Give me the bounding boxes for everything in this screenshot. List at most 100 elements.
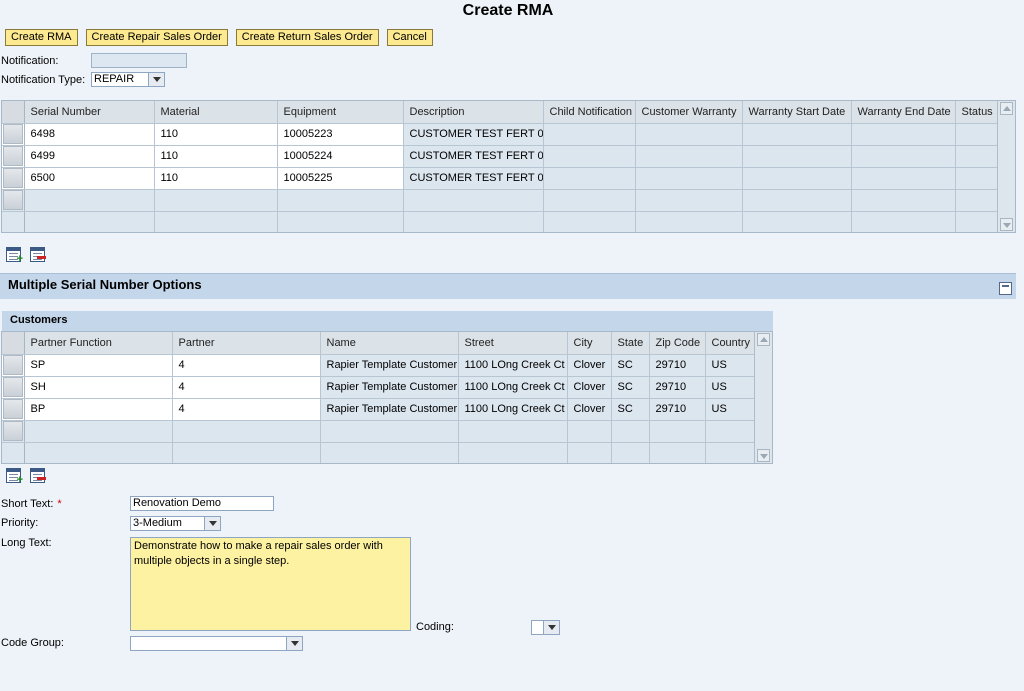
col-partner-function[interactable]: Partner Function: [24, 332, 173, 355]
col-customer-warranty[interactable]: Customer Warranty: [635, 101, 743, 124]
notification-field[interactable]: [91, 53, 187, 68]
scroll-down-icon[interactable]: [757, 449, 770, 462]
customer-warranty-cell: [635, 145, 743, 168]
state-cell: SC: [611, 398, 650, 421]
name-cell: Rapier Template Customer: [320, 398, 459, 421]
zip-code-cell: 29710: [649, 398, 706, 421]
col-street[interactable]: Street: [458, 332, 568, 355]
chevron-down-icon[interactable]: [204, 517, 220, 530]
priority-select[interactable]: 3-Medium: [130, 516, 221, 531]
country-cell: US: [705, 354, 757, 377]
row-selector: [2, 442, 25, 463]
material-cell[interactable]: 110: [154, 123, 278, 146]
create-repair-sales-order-button[interactable]: Create Repair Sales Order: [85, 29, 228, 46]
notification-type-label: Notification Type:: [1, 74, 86, 86]
partner-cell[interactable]: 4: [172, 398, 321, 421]
customers-grid-scrollbar[interactable]: [754, 332, 772, 463]
notification-label: Notification:: [1, 55, 59, 67]
col-child-notification[interactable]: Child Notification: [543, 101, 636, 124]
notification-type-value: REPAIR: [94, 73, 135, 85]
country-cell: US: [705, 376, 757, 399]
row-selector[interactable]: [2, 420, 25, 443]
equipment-cell[interactable]: 10005223: [277, 123, 404, 146]
short-text-input[interactable]: Renovation Demo: [130, 496, 274, 511]
chevron-down-icon[interactable]: [286, 637, 302, 650]
create-rma-button[interactable]: Create RMA: [5, 29, 78, 46]
delete-row-icon[interactable]: [30, 468, 46, 483]
partner-function-cell[interactable]: SP: [24, 354, 173, 377]
col-warranty-start-date[interactable]: Warranty Start Date: [742, 101, 852, 124]
street-cell: 1100 LOng Creek Ct: [458, 354, 568, 377]
row-selector[interactable]: [2, 354, 25, 377]
customers-table: Partner Function Partner Name Street Cit…: [2, 332, 757, 463]
coding-select[interactable]: [531, 620, 560, 635]
col-warranty-end-date[interactable]: Warranty End Date: [851, 101, 956, 124]
customer-warranty-cell: [635, 167, 743, 190]
scroll-down-icon[interactable]: [1000, 218, 1013, 231]
empty-row: [2, 420, 757, 443]
long-text-textarea[interactable]: Demonstrate how to make a repair sales o…: [130, 537, 411, 631]
row-selector[interactable]: [2, 123, 25, 146]
partner-function-cell[interactable]: SH: [24, 376, 173, 399]
create-return-sales-order-button[interactable]: Create Return Sales Order: [235, 29, 379, 46]
table-row: BP 4 Rapier Template Customer 1100 LOng …: [2, 398, 757, 421]
status-cell: [955, 167, 1000, 190]
city-cell: Clover: [567, 376, 612, 399]
empty-row: [2, 189, 1000, 212]
partner-function-cell[interactable]: BP: [24, 398, 173, 421]
material-cell[interactable]: 110: [154, 145, 278, 168]
col-state[interactable]: State: [611, 332, 650, 355]
serial-grid-scrollbar[interactable]: [997, 101, 1015, 232]
customer-warranty-cell: [635, 123, 743, 146]
row-selector[interactable]: [2, 189, 25, 212]
col-equipment[interactable]: Equipment: [277, 101, 404, 124]
row-selector[interactable]: [2, 398, 25, 421]
notification-type-select[interactable]: REPAIR: [91, 72, 165, 87]
serial-table-header: Serial Number Material Equipment Descrip…: [2, 101, 1000, 124]
col-status[interactable]: Status: [955, 101, 1000, 124]
warranty-end-cell: [851, 123, 956, 146]
cancel-button[interactable]: Cancel: [386, 29, 433, 46]
select-all-cell[interactable]: [2, 101, 25, 124]
serial-number-cell[interactable]: 6498: [24, 123, 155, 146]
toolbar: Create RMA Create Repair Sales Order Cre…: [5, 29, 433, 46]
col-serial-number[interactable]: Serial Number: [24, 101, 155, 124]
material-cell[interactable]: 110: [154, 167, 278, 190]
chevron-down-icon[interactable]: [148, 73, 164, 86]
table-row: 6498 110 10005223 CUSTOMER TEST FERT 05: [2, 123, 1000, 146]
col-zip-code[interactable]: Zip Code: [649, 332, 706, 355]
state-cell: SC: [611, 354, 650, 377]
priority-value: 3-Medium: [133, 517, 182, 529]
equipment-cell[interactable]: 10005225: [277, 167, 404, 190]
select-all-cell[interactable]: [2, 332, 25, 355]
multiple-serial-options-header: Multiple Serial Number Options: [0, 273, 1016, 299]
status-cell: [955, 123, 1000, 146]
serial-number-cell[interactable]: 6500: [24, 167, 155, 190]
section-title: Multiple Serial Number Options: [8, 277, 202, 292]
col-description[interactable]: Description: [403, 101, 544, 124]
col-material[interactable]: Material: [154, 101, 278, 124]
partner-cell[interactable]: 4: [172, 376, 321, 399]
chevron-down-icon[interactable]: [543, 621, 559, 634]
col-country[interactable]: Country: [705, 332, 757, 355]
scroll-up-icon[interactable]: [1000, 102, 1013, 115]
table-row: 6500 110 10005225 CUSTOMER TEST FERT 05: [2, 167, 1000, 190]
row-selector[interactable]: [2, 145, 25, 168]
scroll-up-icon[interactable]: [757, 333, 770, 346]
insert-row-icon[interactable]: [6, 468, 23, 486]
serial-number-cell[interactable]: 6499: [24, 145, 155, 168]
col-name[interactable]: Name: [320, 332, 459, 355]
zip-code-cell: 29710: [649, 354, 706, 377]
col-city[interactable]: City: [567, 332, 612, 355]
delete-row-icon[interactable]: [30, 247, 46, 262]
equipment-cell[interactable]: 10005224: [277, 145, 404, 168]
row-selector[interactable]: [2, 167, 25, 190]
collapse-icon[interactable]: [999, 282, 1012, 295]
partner-cell[interactable]: 4: [172, 354, 321, 377]
col-partner[interactable]: Partner: [172, 332, 321, 355]
insert-row-icon[interactable]: [6, 247, 23, 265]
zip-code-cell: 29710: [649, 376, 706, 399]
empty-row: [2, 442, 757, 463]
row-selector[interactable]: [2, 376, 25, 399]
code-group-select[interactable]: [130, 636, 303, 651]
